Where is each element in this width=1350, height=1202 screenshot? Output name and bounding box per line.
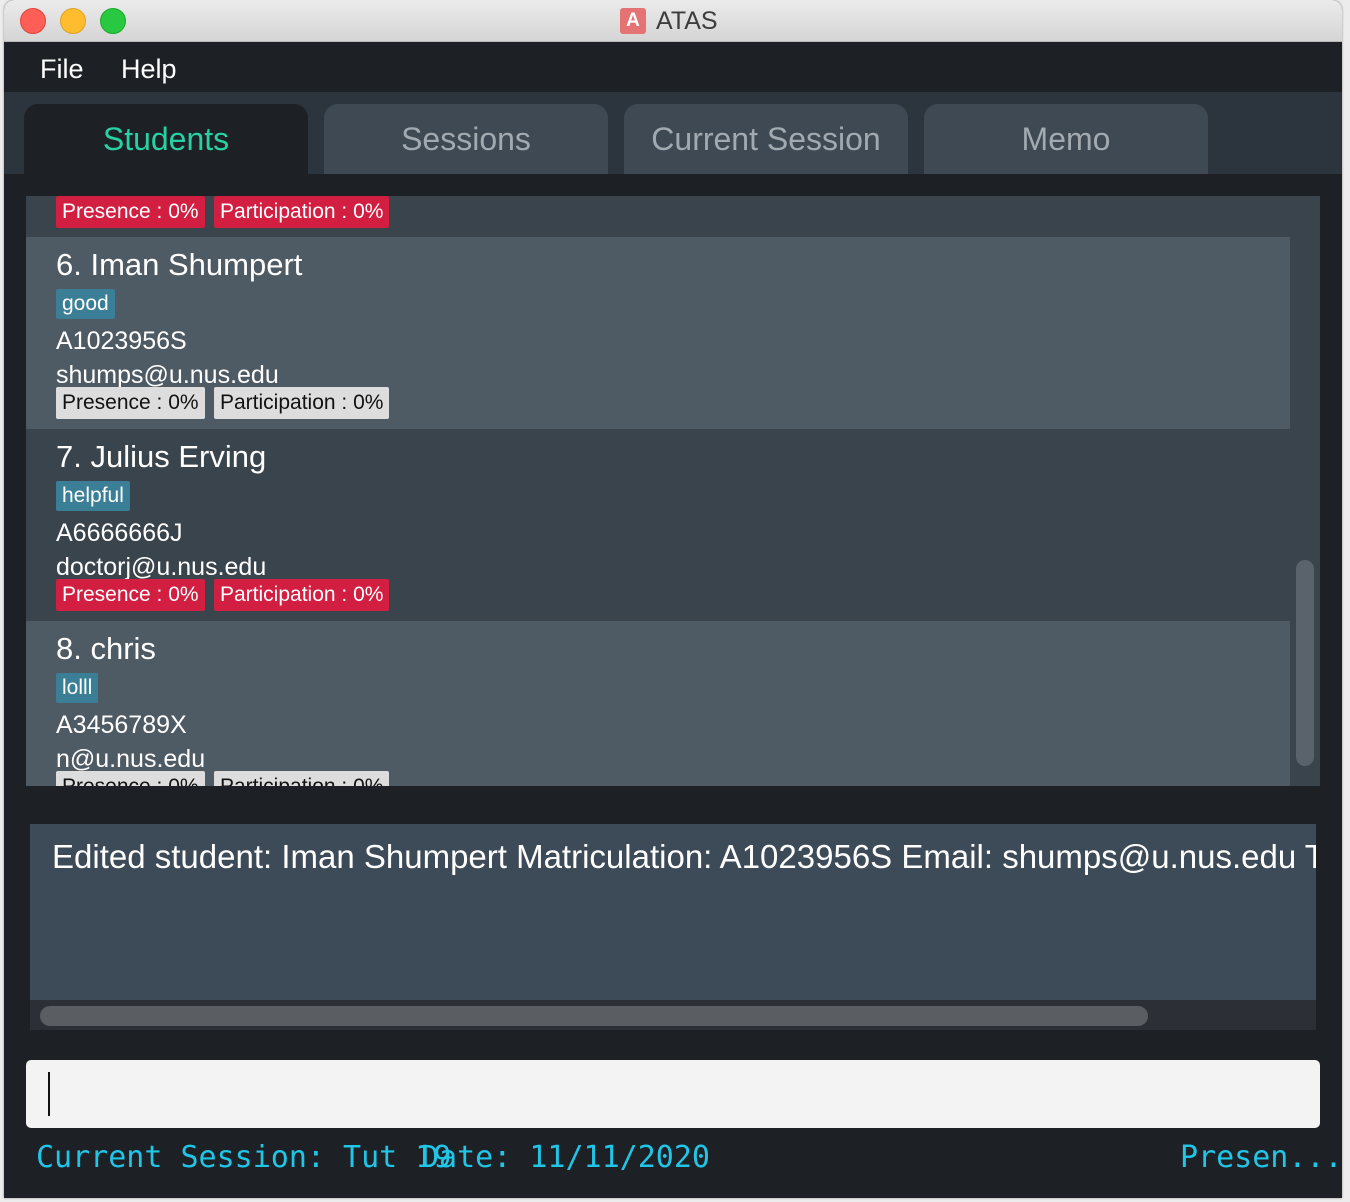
menu-bar: File Help — [4, 42, 1342, 92]
student-name: 7. Julius Erving — [56, 439, 267, 474]
text-caret — [48, 1072, 50, 1116]
result-scrollbar-thumb[interactable] — [40, 1006, 1148, 1026]
student-name: 8. chris — [56, 631, 156, 666]
title-bar: A ATAS — [4, 0, 1342, 42]
minimize-window-button[interactable] — [60, 8, 86, 34]
student-list[interactable]: Presence : 0% Participation : 0% 6. Iman… — [26, 196, 1320, 786]
student-card-partial[interactable]: Presence : 0% Participation : 0% — [26, 196, 1290, 237]
window-title: A ATAS — [620, 6, 718, 36]
menu-file[interactable]: File — [40, 54, 84, 85]
tab-students[interactable]: Students — [24, 104, 308, 174]
student-name: 6. Iman Shumpert — [56, 247, 303, 282]
window-title-text: ATAS — [656, 6, 718, 35]
student-tag: good — [56, 289, 115, 319]
status-date: Date: 11/11/2020 — [421, 1140, 710, 1175]
zoom-window-button[interactable] — [100, 8, 126, 34]
student-tag: lolll — [56, 673, 99, 703]
close-window-button[interactable] — [20, 8, 46, 34]
tab-sessions[interactable]: Sessions — [324, 104, 608, 174]
student-tag: helpful — [56, 481, 130, 511]
participation-badge: Participation : 0% — [214, 387, 390, 419]
status-presence: Presen... — [1180, 1140, 1342, 1175]
app-window: A ATAS File Help Students Sessions Curre… — [4, 0, 1342, 1198]
student-matric: A6666666J — [56, 519, 183, 547]
presence-badge: Presence : 0% — [56, 387, 205, 419]
tab-current-session[interactable]: Current Session — [624, 104, 908, 174]
participation-badge: Participation : 0% — [214, 771, 390, 786]
presence-badge: Presence : 0% — [56, 196, 205, 228]
student-matric: A3456789X — [56, 711, 187, 739]
app-icon: A — [620, 8, 646, 34]
presence-badge: Presence : 0% — [56, 771, 205, 786]
result-display: Edited student: Iman Shumpert Matriculat… — [30, 824, 1316, 1030]
student-card[interactable]: 8. chris lolll A3456789X n@u.nus.edu Pre… — [26, 621, 1290, 786]
student-email: n@u.nus.edu — [56, 745, 206, 773]
command-input[interactable] — [26, 1060, 1320, 1128]
student-matric: A1023956S — [56, 327, 187, 355]
student-email: doctorj@u.nus.edu — [56, 553, 267, 581]
menu-help[interactable]: Help — [121, 54, 177, 85]
student-card[interactable]: 6. Iman Shumpert good A1023956S shumps@u… — [26, 237, 1290, 429]
participation-badge: Participation : 0% — [214, 579, 390, 611]
tab-memo[interactable]: Memo — [924, 104, 1208, 174]
status-current-session: Current Session: Tut 19 — [36, 1140, 452, 1175]
presence-badge: Presence : 0% — [56, 579, 205, 611]
student-card[interactable]: 7. Julius Erving helpful A6666666J docto… — [26, 429, 1290, 621]
tab-bar: Students Sessions Current Session Memo — [4, 92, 1342, 174]
list-scrollbar-thumb[interactable] — [1296, 560, 1314, 766]
student-email: shumps@u.nus.edu — [56, 361, 279, 389]
participation-badge: Participation : 0% — [214, 196, 390, 228]
result-text: Edited student: Iman Shumpert Matriculat… — [52, 838, 1316, 875]
